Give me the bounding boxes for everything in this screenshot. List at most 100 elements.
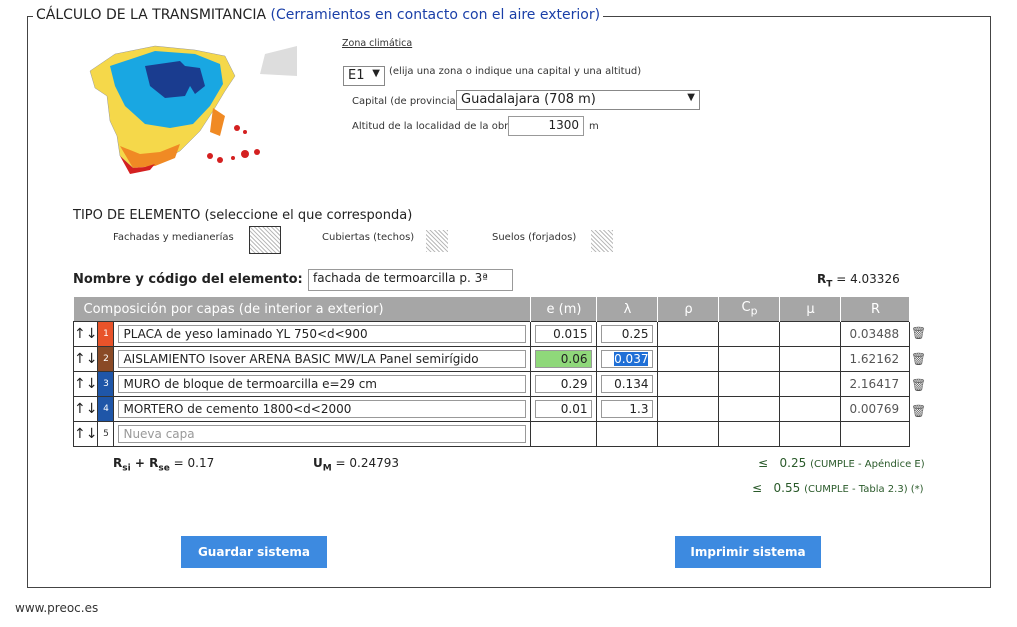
- layer-lambda-input[interactable]: 1.3: [601, 400, 654, 418]
- header-mu: μ: [779, 297, 842, 322]
- layers-table: Composición por capas (de interior a ext…: [72, 297, 911, 447]
- rt-label: R: [817, 272, 827, 286]
- le-icon: ≤: [758, 456, 769, 470]
- check1-value: 0.25: [779, 456, 807, 470]
- layer-e-input[interactable]: 0.015: [535, 325, 593, 343]
- capital-select-value: Guadalajara (708 m): [461, 92, 596, 107]
- trash-icon[interactable]: 🗑: [911, 404, 926, 418]
- layer-lambda-selection: 0.037: [614, 352, 649, 366]
- trash-icon[interactable]: 🗑: [911, 352, 926, 366]
- rt-value: = 4.03326: [836, 272, 900, 286]
- header-e: e (m): [530, 297, 598, 322]
- rsum-value: = 0.17: [169, 456, 215, 470]
- option-cubiertas-label: Cubiertas (techos): [322, 232, 415, 243]
- header-cp-letter: C: [741, 300, 751, 316]
- reorder-arrows-icon[interactable]: ↑↓: [72, 371, 99, 397]
- cubiertas-option-icon[interactable]: [426, 230, 448, 252]
- reorder-arrows-icon[interactable]: ↑↓: [72, 421, 99, 447]
- check-apendice-e: ≤ 0.25 (CUMPLE - Apéndice E): [758, 456, 925, 470]
- layer-number: 2: [97, 346, 115, 372]
- suelos-option-icon[interactable]: [591, 230, 613, 252]
- layer-cp-cell[interactable]: [718, 396, 781, 422]
- page-title: CÁLCULO DE LA TRANSMITANCIA (Cerramiento…: [33, 7, 604, 23]
- fachadas-option-icon[interactable]: [249, 226, 281, 254]
- option-fachadas-label: Fachadas y medianerías: [113, 232, 234, 243]
- header-composicion: Composición por capas (de interior a ext…: [73, 297, 532, 322]
- layer-name-input[interactable]: AISLAMIENTO Isover ARENA BASIC MW/LA Pan…: [118, 350, 527, 368]
- zona-select-value: E1: [348, 68, 365, 83]
- table-row: ↑↓ 4 MORTERO de cemento 1800<d<2000 0.01…: [72, 396, 911, 422]
- zona-hint: (elija una zona o indique una capital y …: [389, 66, 642, 77]
- layer-lambda-input[interactable]: 0.134: [601, 375, 654, 393]
- layer-mu-cell[interactable]: [779, 396, 842, 422]
- layer-lambda-input[interactable]: 0.25: [601, 325, 654, 343]
- reorder-arrows-icon[interactable]: ↑↓: [72, 396, 99, 422]
- layer-number: 1: [97, 321, 115, 347]
- layer-rho-cell[interactable]: [657, 396, 720, 422]
- tipo-elemento-title: TIPO DE ELEMENTO (seleccione el que corr…: [73, 208, 413, 223]
- reorder-arrows-icon[interactable]: ↑↓: [72, 346, 99, 372]
- altitud-input[interactable]: 1300: [508, 116, 584, 136]
- layer-mu-cell[interactable]: [779, 321, 842, 347]
- site-url[interactable]: www.preoc.es: [15, 601, 98, 615]
- layer-rho-cell[interactable]: [657, 346, 720, 372]
- layer-number: 4: [97, 396, 115, 422]
- new-layer-r-cell: [840, 421, 911, 447]
- save-system-button[interactable]: Guardar sistema: [181, 536, 327, 568]
- rt-sub: T: [826, 279, 833, 290]
- new-layer-rho-cell[interactable]: [657, 421, 720, 447]
- layer-name-input[interactable]: MURO de bloque de termoarcilla e=29 cm: [118, 375, 527, 393]
- header-cp: Cp: [718, 297, 781, 322]
- layer-mu-cell[interactable]: [779, 371, 842, 397]
- um-value: = 0.24793: [331, 456, 400, 470]
- element-name-input[interactable]: fachada de termoarcilla p. 3ª: [308, 269, 513, 291]
- new-layer-input[interactable]: Nueva capa: [118, 425, 527, 443]
- layer-mu-cell[interactable]: [779, 346, 842, 372]
- new-layer-cp-cell[interactable]: [718, 421, 781, 447]
- layer-cp-cell[interactable]: [718, 321, 781, 347]
- header-r: R: [840, 297, 911, 322]
- rse-sub: se: [158, 463, 170, 474]
- rsi-rse-sum: Rsi + Rse = 0.17: [113, 456, 214, 473]
- layer-r-value: 0.00769: [840, 396, 911, 422]
- layer-number: 5: [97, 421, 115, 447]
- check-tabla-2-3: ≤ 0.55 (CUMPLE - Tabla 2.3) (*): [752, 481, 924, 495]
- layer-number: 3: [97, 371, 115, 397]
- header-cp-sub: p: [750, 304, 758, 318]
- chevron-down-icon: ▼: [687, 92, 695, 103]
- zona-select[interactable]: E1 ▼: [343, 66, 385, 86]
- layer-cp-cell[interactable]: [718, 371, 781, 397]
- element-name-label: Nombre y código del elemento:: [73, 272, 303, 287]
- new-layer-mu-cell[interactable]: [779, 421, 842, 447]
- layer-cp-cell[interactable]: [718, 346, 781, 372]
- rse-label: + R: [130, 456, 159, 470]
- capital-select[interactable]: Guadalajara (708 m) ▼: [456, 90, 700, 110]
- zona-climatica-link[interactable]: Zona climática: [342, 38, 412, 49]
- table-row: ↑↓ 1 PLACA de yeso laminado YL 750<d<900…: [72, 321, 911, 347]
- print-system-button[interactable]: Imprimir sistema: [675, 536, 821, 568]
- check2-note: (CUMPLE - Tabla 2.3) (*): [804, 484, 924, 495]
- climate-zone-map[interactable]: [85, 36, 297, 186]
- layer-e-input[interactable]: 0.01: [535, 400, 593, 418]
- header-lambda: λ: [596, 297, 659, 322]
- trash-icon[interactable]: 🗑: [911, 378, 926, 392]
- layer-name-input[interactable]: PLACA de yeso laminado YL 750<d<900: [118, 325, 527, 343]
- rsi-sub: si: [122, 463, 131, 474]
- layer-rho-cell[interactable]: [657, 371, 720, 397]
- layer-e-input[interactable]: 0.06: [535, 350, 593, 368]
- layer-lambda-input[interactable]: 0.037: [601, 350, 654, 368]
- header-rho: ρ: [657, 297, 720, 322]
- layer-rho-cell[interactable]: [657, 321, 720, 347]
- layer-e-input[interactable]: 0.29: [535, 375, 593, 393]
- le-icon: ≤: [752, 481, 763, 495]
- altitud-unit: m: [589, 121, 599, 132]
- rt-total: RT = 4.03326: [817, 272, 900, 289]
- reorder-arrows-icon[interactable]: ↑↓: [72, 321, 99, 347]
- capital-label: Capital (de provincia): [352, 96, 460, 107]
- new-layer-e-cell[interactable]: [530, 421, 598, 447]
- layer-name-input[interactable]: MORTERO de cemento 1800<d<2000: [118, 400, 527, 418]
- new-layer-lambda-cell[interactable]: [596, 421, 659, 447]
- table-row-new: ↑↓ 5 Nueva capa: [72, 421, 911, 447]
- trash-icon[interactable]: 🗑: [911, 326, 926, 340]
- chevron-down-icon: ▼: [372, 68, 380, 79]
